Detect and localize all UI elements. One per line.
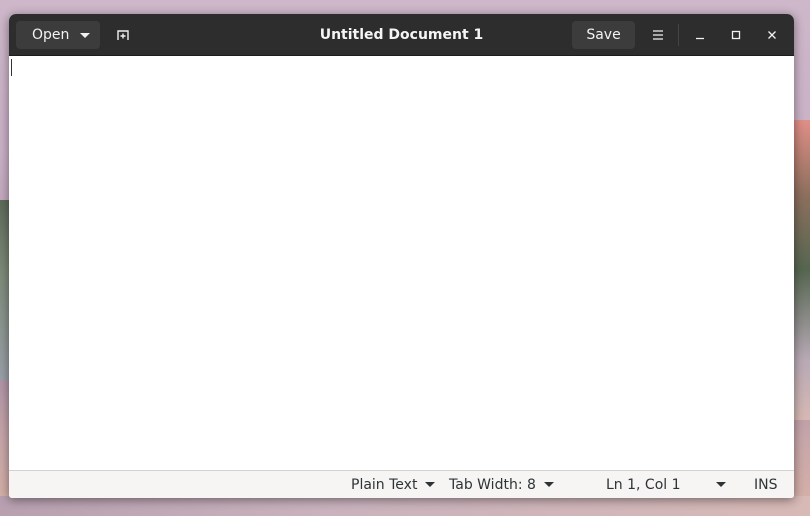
desktop-wallpaper-bottom [0,496,810,516]
cursor-position-label: Ln 1, Col 1 [606,476,681,493]
maximize-button[interactable] [722,21,750,49]
language-selector[interactable]: Plain Text [351,471,436,498]
open-button-label: Open [32,27,70,43]
text-editor-window: Open Untitled Document 1 Save Plain Text… [9,14,794,498]
header-separator [678,24,679,46]
chevron-down-icon [543,482,554,487]
insert-mode-label: INS [754,476,778,493]
minimize-button[interactable] [686,21,714,49]
tab-width-label: Tab Width: 8 [449,476,536,493]
close-icon [768,31,776,39]
desktop-wallpaper-right [792,120,810,420]
maximize-icon [731,30,741,40]
minimize-icon [696,37,704,40]
new-tab-icon [117,30,129,40]
chevron-down-icon [80,32,90,38]
insert-mode-indicator[interactable]: INS [754,471,778,498]
new-tab-button[interactable] [109,21,137,49]
save-button[interactable]: Save [572,21,635,49]
close-button[interactable] [758,21,786,49]
window-title: Untitled Document 1 [319,27,484,43]
tab-width-selector[interactable]: Tab Width: 8 [449,471,554,498]
statusbar: Plain Text Tab Width: 8 Ln 1, Col 1 INS [9,470,794,498]
text-cursor [11,59,12,76]
menu-button[interactable] [644,21,672,49]
chevron-down-icon [716,482,726,487]
text-editor-area[interactable] [9,56,794,470]
chevron-down-icon [425,482,436,487]
open-button[interactable]: Open [16,21,100,49]
headerbar: Open Untitled Document 1 Save [9,14,794,56]
cursor-position-selector[interactable]: Ln 1, Col 1 [606,471,726,498]
language-label: Plain Text [351,476,418,493]
hamburger-menu-icon [653,30,663,40]
